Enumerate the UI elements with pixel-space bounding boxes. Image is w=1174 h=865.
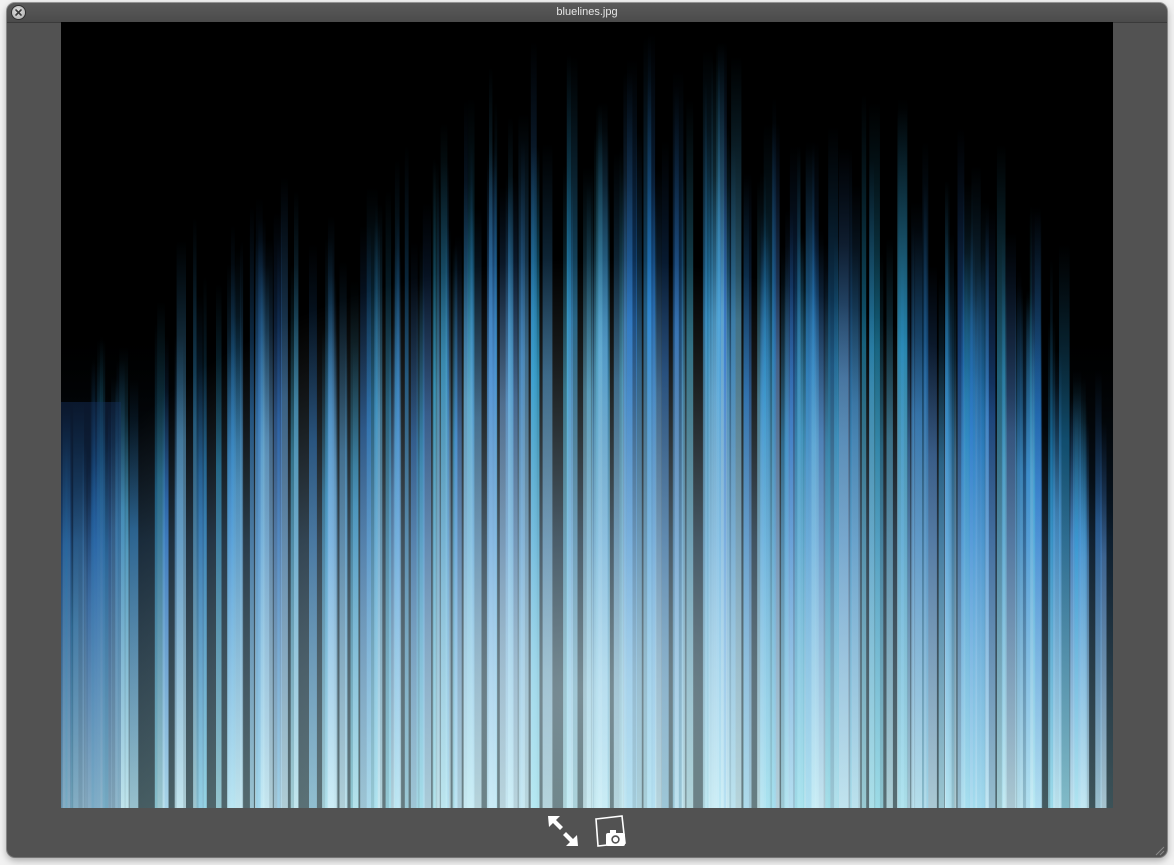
window-title: bluelines.jpg [556, 6, 618, 18]
resize-grip-icon [1155, 846, 1165, 856]
fullscreen-button[interactable] [545, 814, 581, 848]
title-bar[interactable]: bluelines.jpg [7, 3, 1167, 23]
image-preview [61, 22, 1113, 808]
fullscreen-arrows-icon [548, 816, 578, 846]
add-to-iphoto-button[interactable] [592, 813, 630, 849]
preview-image [61, 22, 1113, 808]
quick-look-window: bluelines.jpg [7, 3, 1167, 857]
resize-grip[interactable] [1153, 843, 1165, 856]
add-to-iphoto-icon [595, 815, 626, 847]
